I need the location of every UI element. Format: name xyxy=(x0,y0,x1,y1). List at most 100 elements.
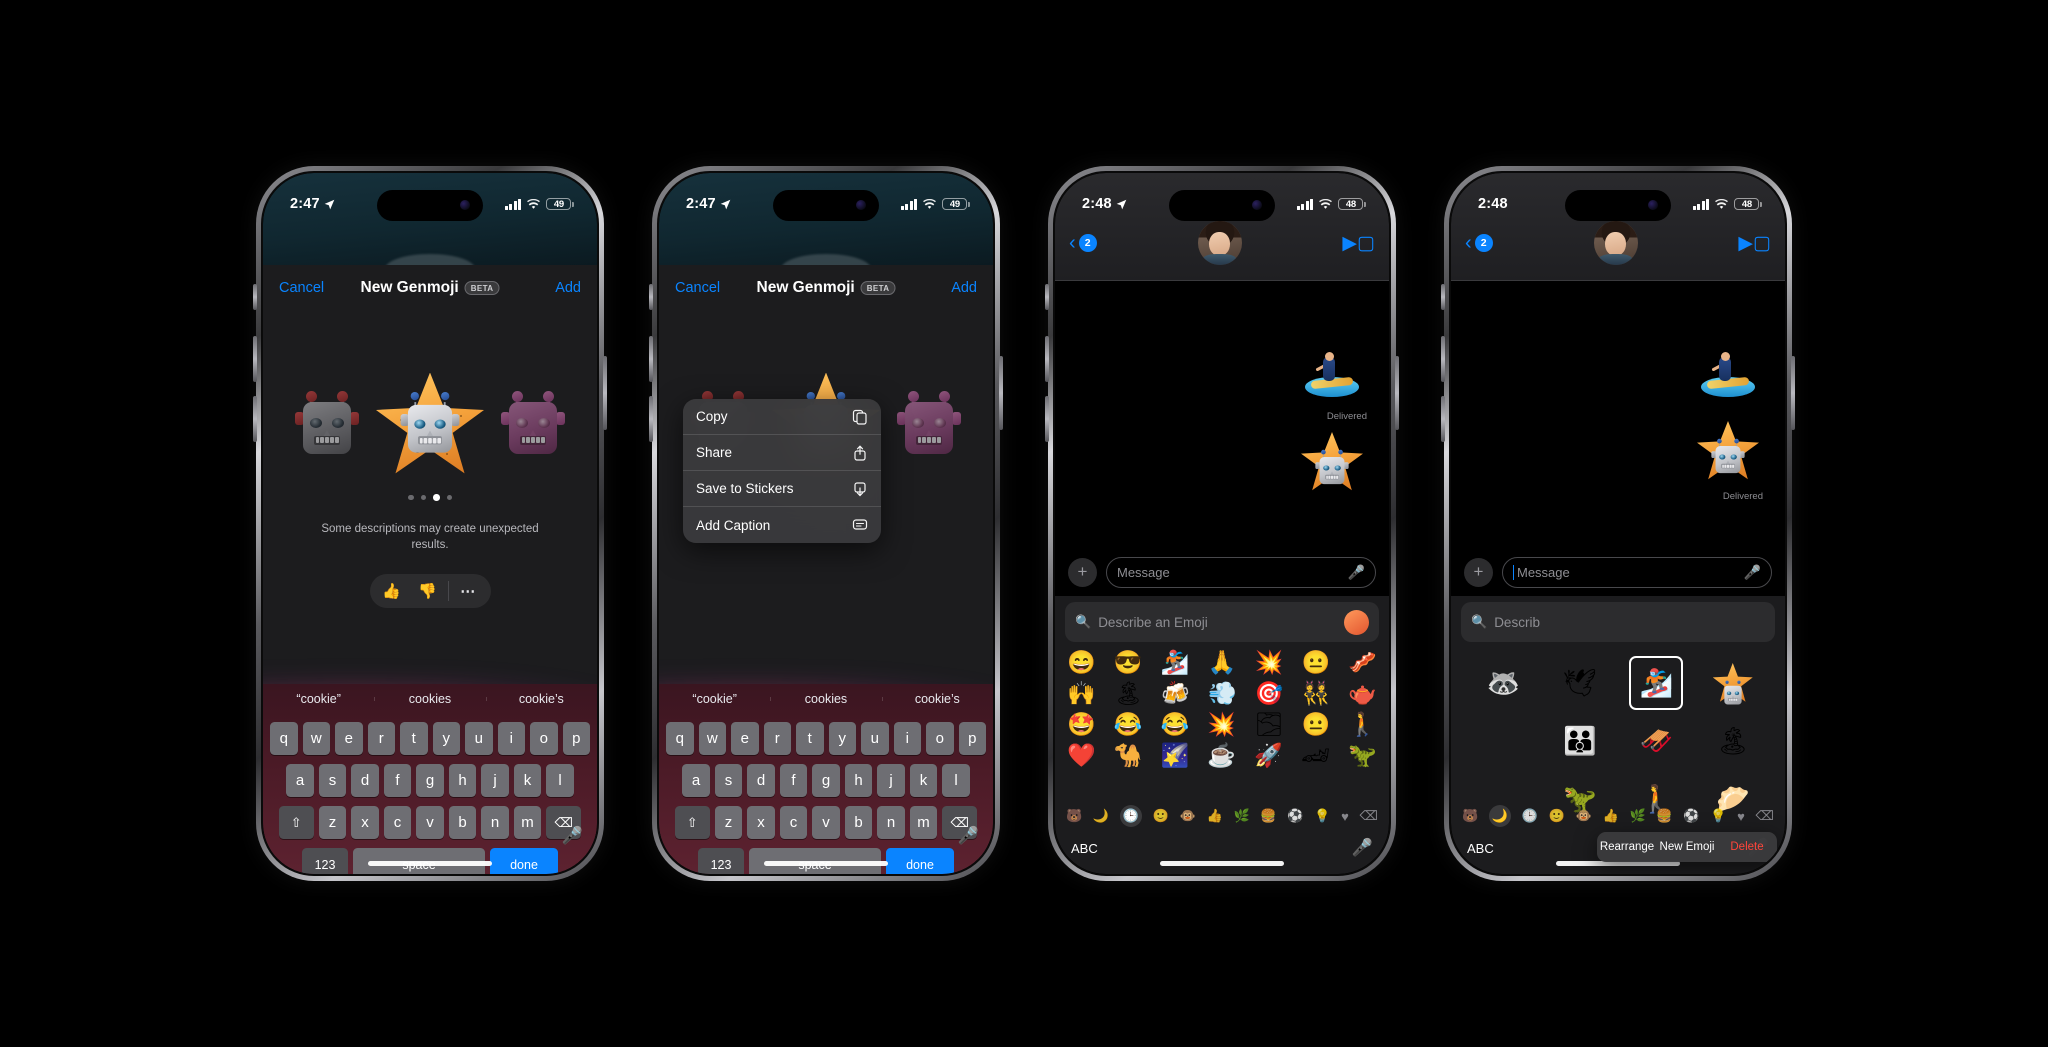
page-dot[interactable] xyxy=(446,494,452,500)
key-a[interactable]: a xyxy=(286,764,314,797)
emoji-cell[interactable]: 🎯 xyxy=(1255,681,1284,705)
page-dot-active[interactable] xyxy=(433,494,440,501)
key-l[interactable]: l xyxy=(546,764,574,797)
emoji-category[interactable]: 🐻 xyxy=(1462,808,1478,824)
cancel-button[interactable]: Cancel xyxy=(675,280,720,296)
emoji-cell[interactable]: 🙌 xyxy=(1067,681,1096,705)
power-button[interactable] xyxy=(1395,356,1399,430)
emoji-category[interactable]: 🐵 xyxy=(1576,808,1592,824)
key-r[interactable]: r xyxy=(367,722,395,755)
emoji-category[interactable]: 🌙 xyxy=(1093,808,1109,824)
list-item[interactable] xyxy=(1301,432,1367,498)
done-key[interactable]: done xyxy=(886,848,954,874)
key-b[interactable]: b xyxy=(844,806,873,839)
key-p[interactable]: p xyxy=(958,722,986,755)
menu-item-rearrange[interactable]: Rearrange xyxy=(1597,841,1657,853)
emoji-category[interactable]: ⚽ xyxy=(1287,808,1303,824)
emoji-cell[interactable]: 😄 xyxy=(1067,650,1096,674)
key-n[interactable]: n xyxy=(877,806,905,839)
key-t[interactable]: t xyxy=(796,722,824,755)
microphone-icon[interactable]: 🎤 xyxy=(562,826,583,846)
emoji-cell[interactable]: ❤️ xyxy=(1067,743,1096,767)
key-e[interactable]: e xyxy=(335,722,363,755)
abc-key[interactable]: ABC xyxy=(1467,841,1494,856)
emoji-cell[interactable]: 😐 xyxy=(1301,650,1330,674)
key-c[interactable]: c xyxy=(779,806,808,839)
key-t[interactable]: t xyxy=(400,722,428,755)
emoji-cell[interactable]: 🚀 xyxy=(1254,743,1283,767)
volume-down-button[interactable] xyxy=(1441,396,1445,442)
emoji-category[interactable]: 💡 xyxy=(1314,808,1330,824)
emoji-cell[interactable]: 🐪 xyxy=(1114,743,1143,767)
genmoji-option-next[interactable] xyxy=(897,390,961,454)
suggestion-item[interactable]: cookie’s xyxy=(881,692,993,706)
emoji-category[interactable]: 🍔 xyxy=(1656,808,1672,824)
volume-down-button[interactable] xyxy=(649,396,653,442)
suggestion-item[interactable]: cookies xyxy=(374,692,485,706)
emoji-category[interactable]: 🍔 xyxy=(1260,808,1276,824)
emoji-cell[interactable]: 🏝 xyxy=(1114,681,1143,705)
key-k[interactable]: k xyxy=(513,764,542,797)
thumbs-up-icon[interactable]: 👍 xyxy=(374,574,410,608)
back-button[interactable]: ‹ 2 xyxy=(1465,233,1493,253)
emoji-cell[interactable]: 💥 xyxy=(1207,712,1236,736)
numbers-key[interactable]: 123 xyxy=(302,848,348,874)
backspace-icon[interactable]: ⌫ xyxy=(1360,808,1378,824)
key-d[interactable]: d xyxy=(747,764,775,797)
key-m[interactable]: m xyxy=(513,806,542,839)
plus-icon[interactable]: + xyxy=(1464,557,1493,587)
sticker-cell[interactable]: 🦝 xyxy=(1478,658,1528,708)
page-dot[interactable] xyxy=(420,494,426,500)
key-u[interactable]: u xyxy=(861,722,889,755)
suggestion-item[interactable]: “cookie” xyxy=(659,692,770,706)
key-e[interactable]: e xyxy=(731,722,759,755)
key-g[interactable]: g xyxy=(416,764,444,797)
emoji-cell[interactable]: 💥 xyxy=(1255,650,1284,674)
done-key[interactable]: done xyxy=(490,848,558,874)
microphone-icon[interactable]: 🎤 xyxy=(1348,564,1365,581)
silent-switch[interactable] xyxy=(1441,284,1445,310)
key-w[interactable]: w xyxy=(698,722,726,755)
key-s[interactable]: s xyxy=(318,764,347,797)
menu-item-delete[interactable]: Delete xyxy=(1717,841,1777,853)
suggestion-item[interactable]: cookies xyxy=(770,692,881,706)
emoji-category-active[interactable]: 🕒 xyxy=(1119,805,1142,827)
key-v[interactable]: v xyxy=(416,806,444,839)
emoji-cell[interactable]: 😂 xyxy=(1161,712,1190,736)
menu-item-add-caption[interactable]: Add Caption xyxy=(683,507,881,543)
backspace-icon[interactable]: ⌫ xyxy=(1756,808,1774,824)
silent-switch[interactable] xyxy=(253,284,257,310)
list-item[interactable] xyxy=(1697,341,1763,407)
menu-item-new-emoji[interactable]: New Emoji xyxy=(1657,841,1717,853)
power-button[interactable] xyxy=(1791,356,1795,430)
key-q[interactable]: q xyxy=(270,722,298,755)
silent-switch[interactable] xyxy=(1045,284,1049,310)
genmoji-option-previous[interactable] xyxy=(295,390,359,454)
key-s[interactable]: s xyxy=(714,764,743,797)
emoji-cell[interactable]: 👯 xyxy=(1302,681,1331,705)
emoji-category[interactable]: 🙂 xyxy=(1549,808,1565,824)
emoji-category[interactable]: 🌿 xyxy=(1233,808,1249,824)
key-h[interactable]: h xyxy=(844,764,873,797)
key-u[interactable]: u xyxy=(465,722,493,755)
emoji-category-active[interactable]: 🌙 xyxy=(1488,805,1512,827)
genmoji-option-selected[interactable] xyxy=(376,372,484,477)
key-y[interactable]: y xyxy=(828,722,856,755)
shift-icon[interactable]: ⇧ xyxy=(278,806,314,839)
key-p[interactable]: p xyxy=(562,722,590,755)
sticker-cell-selected[interactable]: 🏂 xyxy=(1629,656,1684,710)
emoji-cell[interactable]: 🏂 xyxy=(1161,650,1190,674)
emoji-category[interactable]: 💡 xyxy=(1710,808,1726,824)
suggestion-item[interactable]: cookie’s xyxy=(485,692,597,706)
silent-switch[interactable] xyxy=(649,284,653,310)
key-o[interactable]: o xyxy=(530,722,558,755)
shift-icon[interactable]: ⇧ xyxy=(674,806,710,839)
sticker-cell[interactable]: 🕊 xyxy=(1555,658,1605,708)
microphone-icon[interactable]: 🎤 xyxy=(1744,564,1761,581)
emoji-cell[interactable]: ☕ xyxy=(1207,743,1236,767)
emoji-cell[interactable]: 🌠 xyxy=(1161,743,1190,767)
menu-item-save-to-stickers[interactable]: Save to Stickers xyxy=(683,471,881,507)
emoji-cell[interactable]: 😎 xyxy=(1114,650,1143,674)
key-g[interactable]: g xyxy=(812,764,840,797)
emoji-cell[interactable]: 🏎 xyxy=(1301,743,1330,767)
